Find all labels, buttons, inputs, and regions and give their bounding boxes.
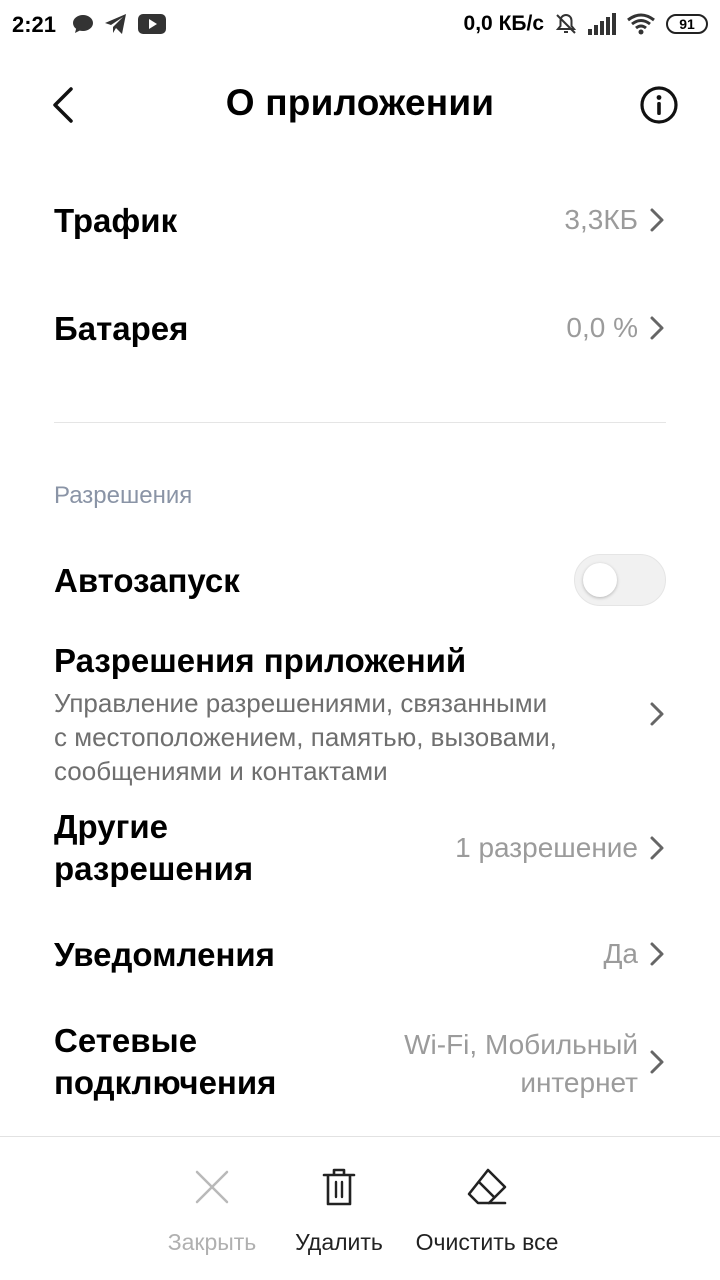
- telegram-icon: [105, 14, 126, 34]
- chevron-right-icon: [650, 208, 664, 232]
- chevron-right-icon: [650, 702, 664, 726]
- status-time: 2:21: [12, 12, 57, 37]
- status-right: 0,0 КБ/с 91: [464, 12, 708, 36]
- bottom-action-bar: Закрыть Удалить Очистить все: [0, 1136, 720, 1280]
- traffic-value: 3,3КБ: [564, 204, 638, 235]
- wifi-icon: [627, 13, 655, 35]
- battery-level: 91: [679, 16, 695, 32]
- app-info-screen: 2:21 0,0 КБ/с 91 О приложении Трафик 3,3…: [0, 0, 720, 1280]
- youtube-icon: [138, 14, 166, 34]
- other-permissions-value: 1 разрешение: [455, 832, 638, 863]
- autostart-toggle[interactable]: [574, 554, 666, 606]
- clear-all-button[interactable]: Очистить все: [387, 1163, 587, 1256]
- network-value: Wi-Fi, Мобильный интернет: [404, 1026, 638, 1102]
- other-permissions-row[interactable]: Другие разрешения 1 разрешение: [54, 806, 666, 896]
- info-icon: [640, 86, 678, 124]
- chevron-right-icon: [650, 1050, 664, 1074]
- toggle-knob: [583, 563, 617, 597]
- app-header: О приложении: [0, 62, 720, 148]
- info-button[interactable]: [636, 82, 682, 128]
- close-icon: [195, 1170, 229, 1204]
- description-line: Управление разрешениями, связанными: [54, 688, 548, 719]
- traffic-row[interactable]: Трафик 3,3КБ: [54, 200, 666, 248]
- chevron-right-icon: [650, 836, 664, 860]
- app-permissions-row[interactable]: Разрешения приложений Управление разреше…: [54, 640, 666, 792]
- eraser-icon: [467, 1168, 507, 1205]
- permissions-section-header: Разрешения: [54, 482, 193, 509]
- value-line: Wi-Fi, Мобильный: [404, 1029, 638, 1060]
- section-divider: [54, 422, 666, 423]
- autostart-row: Автозапуск: [54, 554, 666, 608]
- battery-indicator: 91: [666, 14, 708, 34]
- value-line: интернет: [520, 1067, 638, 1098]
- description-line: с местоположением, памятью, вызовами,: [54, 722, 557, 753]
- description-line: сообщениями и контактами: [54, 756, 388, 787]
- chevron-right-icon: [650, 316, 664, 340]
- bell-off-icon: [555, 13, 577, 34]
- clear-all-label: Очистить все: [415, 1229, 559, 1255]
- eraser-icon-wrap: [387, 1163, 587, 1211]
- trash-icon: [322, 1168, 356, 1206]
- app-permissions-description: Управление разрешениями, связанными с ме…: [54, 686, 650, 788]
- status-bar: 2:21 0,0 КБ/с 91: [0, 0, 720, 52]
- network-speed: 0,0 КБ/с: [463, 12, 544, 35]
- battery-row[interactable]: Батарея 0,0 %: [54, 308, 666, 356]
- network-row[interactable]: Сетевые подключения Wi-Fi, Мобильный инт…: [54, 1020, 666, 1110]
- notifications-value: Да: [603, 938, 638, 969]
- chat-bubble-icon: [73, 15, 93, 33]
- signal-icon: [588, 13, 616, 35]
- chevron-right-icon: [650, 942, 664, 966]
- notifications-row[interactable]: Уведомления Да: [54, 934, 666, 982]
- battery-value: 0,0 %: [566, 312, 638, 343]
- notification-icons: [72, 13, 166, 35]
- app-permissions-label: Разрешения приложений: [54, 642, 467, 679]
- notifications-label: Уведомления: [54, 936, 275, 973]
- page-title: О приложении: [225, 82, 495, 123]
